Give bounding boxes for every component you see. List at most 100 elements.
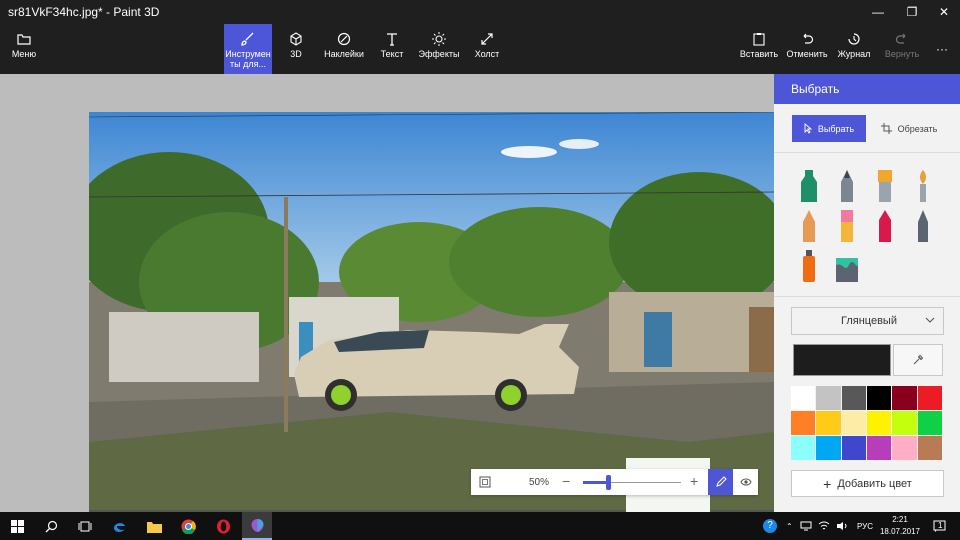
paint3d-taskbar-button[interactable] xyxy=(242,512,272,540)
zoom-out-button[interactable]: − xyxy=(562,473,570,489)
help-button[interactable]: ? xyxy=(758,512,782,540)
zoom-slider-track[interactable] xyxy=(583,475,681,490)
spray-can-tool-icon[interactable] xyxy=(795,248,823,284)
search-button[interactable] xyxy=(36,512,66,540)
eyedropper-button[interactable] xyxy=(893,344,943,376)
more-button[interactable]: ··· xyxy=(930,24,954,74)
explorer-button[interactable] xyxy=(139,512,169,540)
canvas-area[interactable] xyxy=(0,74,774,512)
chrome-button[interactable] xyxy=(173,512,203,540)
panel-title: Выбрать xyxy=(774,74,960,104)
eye-icon xyxy=(740,478,752,486)
plus-icon: + xyxy=(823,475,832,492)
fill-bucket-tool-icon[interactable] xyxy=(833,248,861,284)
paste-button[interactable]: Вставить xyxy=(740,24,778,74)
crop-button[interactable]: Обрезать xyxy=(874,115,944,142)
windows-icon xyxy=(10,519,24,533)
calligraphy-pen-tool-icon[interactable] xyxy=(833,168,861,204)
input-language[interactable]: РУС xyxy=(857,512,873,540)
crayon-tool-icon[interactable] xyxy=(871,208,899,244)
palette-swatch[interactable] xyxy=(892,411,918,436)
palette-swatch[interactable] xyxy=(791,386,817,411)
action-center-button[interactable]: 1 xyxy=(928,512,950,540)
current-color-swatch[interactable] xyxy=(793,344,891,376)
tab-tools-label-2: ты для... xyxy=(230,59,266,69)
redo-label: Вернуть xyxy=(884,49,920,59)
color-palette xyxy=(791,386,943,461)
clock-time: 2:21 xyxy=(892,515,908,524)
palette-swatch[interactable] xyxy=(816,436,842,461)
folder-icon xyxy=(17,34,31,45)
clock[interactable]: 2:21 18.07.2017 xyxy=(878,514,922,538)
opera-icon xyxy=(216,519,230,533)
palette-swatch[interactable] xyxy=(791,436,817,461)
tab-3d[interactable]: 3D xyxy=(282,24,310,74)
palette-swatch[interactable] xyxy=(867,411,893,436)
eyedropper-icon xyxy=(913,354,924,365)
tab-effects[interactable]: Эффекты xyxy=(418,24,460,74)
palette-swatch[interactable] xyxy=(841,411,867,436)
palette-swatch[interactable] xyxy=(917,386,943,411)
pencil-tool-icon[interactable] xyxy=(795,208,823,244)
finish-dropdown-value: Глянцевый xyxy=(841,315,897,327)
marker-tool-icon[interactable] xyxy=(795,168,823,204)
redo-button[interactable]: Вернуть xyxy=(882,24,922,74)
palette-swatch[interactable] xyxy=(841,436,867,461)
view-mode-button[interactable] xyxy=(734,469,758,495)
palette-swatch[interactable] xyxy=(917,436,943,461)
oil-brush-tool-icon[interactable] xyxy=(871,168,899,204)
palette-swatch[interactable] xyxy=(867,386,893,411)
start-button[interactable] xyxy=(2,512,32,540)
palette-swatch[interactable] xyxy=(816,386,842,411)
history-icon xyxy=(848,33,860,45)
redo-icon xyxy=(895,33,906,44)
palette-swatch[interactable] xyxy=(791,411,817,436)
paste-label: Вставить xyxy=(739,49,779,59)
pixel-pen-tool-icon[interactable] xyxy=(909,208,937,244)
palette-swatch[interactable] xyxy=(892,436,918,461)
eraser-tool-icon[interactable] xyxy=(833,208,861,244)
draw-mode-button[interactable] xyxy=(708,469,733,495)
folder-icon xyxy=(146,521,162,533)
history-button[interactable]: Журнал xyxy=(836,24,872,74)
title-bar: sr81VkF34hc.jpg* - Paint 3D — ❐ ✕ xyxy=(0,0,960,24)
tab-stickers-label: Наклейки xyxy=(324,49,364,59)
clipboard-icon xyxy=(753,33,765,46)
tab-stickers[interactable]: Наклейки xyxy=(322,24,366,74)
zoom-bar: 50% − + xyxy=(471,469,758,495)
watercolor-tool-icon[interactable] xyxy=(909,168,937,204)
tab-text-label: Текст xyxy=(380,49,404,59)
tab-text[interactable]: Текст xyxy=(378,24,406,74)
add-color-button[interactable]: + Добавить цвет xyxy=(791,470,944,497)
fit-screen-icon[interactable] xyxy=(479,476,491,488)
text-icon xyxy=(387,33,397,46)
edge-button[interactable] xyxy=(104,512,134,540)
minimize-button[interactable]: — xyxy=(862,0,894,24)
palette-swatch[interactable] xyxy=(917,411,943,436)
palette-swatch[interactable] xyxy=(892,386,918,411)
history-label: Журнал xyxy=(837,49,871,59)
notification-count: 1 xyxy=(938,521,943,530)
zoom-slider-fill xyxy=(583,481,608,484)
palette-swatch[interactable] xyxy=(841,386,867,411)
menu-button[interactable]: Меню xyxy=(4,24,44,74)
photo-canvas[interactable] xyxy=(89,112,774,512)
tab-tools[interactable]: Инструмен ты для... xyxy=(224,24,272,74)
tab-canvas[interactable]: Холст xyxy=(472,24,502,74)
close-button[interactable]: ✕ xyxy=(928,0,960,24)
main-toolbar: Меню Инструмен ты для... 3D Наклейки Тек… xyxy=(0,24,960,74)
opera-button[interactable] xyxy=(208,512,238,540)
crop-label: Обрезать xyxy=(897,123,938,134)
finish-dropdown[interactable]: Глянцевый xyxy=(791,307,944,335)
chevron-down-icon xyxy=(925,317,935,323)
zoom-slider-thumb[interactable] xyxy=(606,475,611,490)
palette-swatch[interactable] xyxy=(867,436,893,461)
maximize-button[interactable]: ❐ xyxy=(896,0,928,24)
task-view-button[interactable] xyxy=(70,512,100,540)
undo-button[interactable]: Отменить xyxy=(786,24,828,74)
volume-icon xyxy=(836,522,847,530)
palette-swatch[interactable] xyxy=(816,411,842,436)
zoom-in-button[interactable]: + xyxy=(690,473,698,489)
system-tray-icons[interactable]: ⌃ xyxy=(786,512,848,540)
select-button[interactable]: Выбрать xyxy=(792,115,866,142)
